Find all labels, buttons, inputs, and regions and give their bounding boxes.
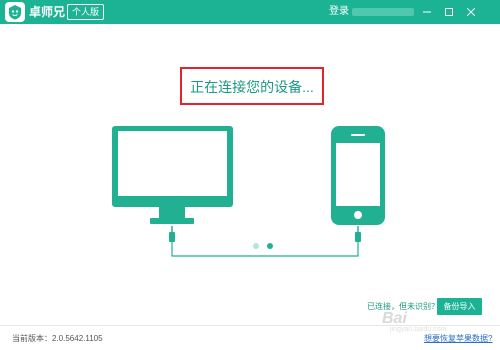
footer-divider (0, 325, 500, 326)
computer-icon (112, 126, 233, 224)
watermark-url: jingyan.baidu.com (390, 326, 447, 333)
usb-cable (171, 242, 359, 257)
backup-import-button[interactable]: 备份导入 (437, 298, 482, 315)
loading-dot-inactive (253, 243, 259, 249)
usb-plug-left-icon (169, 226, 175, 242)
loading-dot-active (267, 243, 273, 249)
recover-apple-data-link[interactable]: 想要恢复苹果数据? (424, 334, 492, 344)
phone-icon (331, 126, 385, 225)
device-illustration (112, 126, 385, 257)
usb-plug-right-icon (355, 226, 361, 242)
version-label: 当前版本：2.0.5642.1105 (12, 334, 103, 343)
